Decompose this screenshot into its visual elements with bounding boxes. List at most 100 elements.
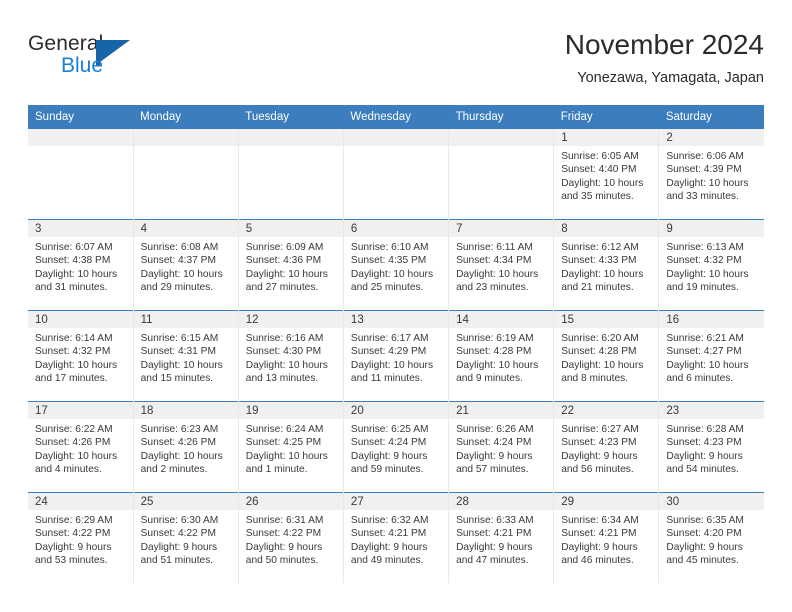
calendar-day-cell[interactable]: 12 Sunrise: 6:16 AM Sunset: 4:30 PM Dayligh… — [238, 310, 344, 402]
daylight-text-line2: and 59 minutes. — [350, 463, 424, 475]
calendar-day-cell[interactable]: 10 Sunrise: 6:14 AM Sunset: 4:32 PM Dayligh… — [28, 310, 134, 402]
sunset-text: Sunset: 4:21 PM — [561, 528, 637, 540]
sunrise-text: Sunrise: 6:22 AM — [35, 424, 113, 435]
calendar-day-cell[interactable]: 19 Sunrise: 6:24 AM Sunset: 4:25 PM Dayligh… — [238, 401, 344, 493]
day-number: 20 — [343, 402, 449, 419]
sunrise-text: Sunrise: 6:35 AM — [666, 515, 744, 526]
calendar-day-cell[interactable]: 18 Sunrise: 6:23 AM Sunset: 4:26 PM Dayligh… — [133, 401, 239, 493]
sunset-text: Sunset: 4:21 PM — [350, 528, 427, 540]
day-number: 10 — [28, 311, 133, 328]
calendar-day-cell[interactable]: 20 Sunrise: 6:25 AM Sunset: 4:24 PM Dayligh… — [343, 401, 450, 493]
calendar-day-cell[interactable]: 21 Sunrise: 6:26 AM Sunset: 4:24 PM Dayligh… — [448, 401, 555, 493]
calendar-day-cell[interactable]: 1 Sunrise: 6:05 AM Sunset: 4:40 PM Daylight… — [553, 129, 660, 220]
day-details: Sunrise: 6:31 AM Sunset: 4:22 PM Daylight:… — [239, 510, 343, 567]
day-details: Sunrise: 6:07 AM Sunset: 4:38 PM Daylight:… — [28, 237, 133, 294]
day-details: Sunrise: 6:24 AM Sunset: 4:25 PM Daylight:… — [239, 419, 343, 476]
daylight-text-line2: and 46 minutes. — [561, 554, 634, 566]
daylight-text-line2: and 57 minutes. — [456, 463, 529, 475]
daylight-text-line1: Daylight: 9 hours — [350, 541, 428, 553]
day-details: Sunrise: 6:16 AM Sunset: 4:30 PM Daylight:… — [239, 328, 343, 385]
sunset-text: Sunset: 4:27 PM — [666, 346, 742, 358]
calendar-day-cell[interactable]: 26 Sunrise: 6:31 AM Sunset: 4:22 PM Dayligh… — [238, 492, 344, 583]
calendar-week-row: 1 Sunrise: 6:05 AM Sunset: 4:40 PM Daylight… — [28, 129, 764, 220]
day-details: Sunrise: 6:09 AM Sunset: 4:36 PM Daylight:… — [239, 237, 343, 294]
triangle-logo-shape — [100, 40, 130, 62]
calendar-day-cell[interactable]: 25 Sunrise: 6:30 AM Sunset: 4:22 PM Dayligh… — [133, 492, 239, 583]
sunset-text: Sunset: 4:24 PM — [456, 437, 532, 449]
day-number: 22 — [554, 402, 659, 419]
daylight-text-line2: and 13 minutes. — [245, 372, 319, 384]
calendar-day-cell[interactable]: 15 Sunrise: 6:20 AM Sunset: 4:28 PM Dayligh… — [553, 310, 660, 402]
weekday-header-wednesday: Wednesday — [343, 105, 449, 129]
day-number: 26 — [238, 493, 343, 510]
daylight-text-line1: Daylight: 10 hours — [456, 268, 539, 280]
sunset-text: Sunset: 4:22 PM — [35, 528, 111, 540]
daylight-text-line1: Daylight: 9 hours — [350, 450, 428, 462]
daylight-text-line2: and 8 minutes. — [561, 372, 629, 384]
calendar-day-cell[interactable]: 28 Sunrise: 6:33 AM Sunset: 4:21 PM Dayligh… — [448, 492, 555, 583]
calendar-day-cell[interactable]: 3 Sunrise: 6:07 AM Sunset: 4:38 PM Daylight… — [28, 219, 134, 311]
calendar-day-cell[interactable]: 6 Sunrise: 6:10 AM Sunset: 4:35 PM Daylight… — [343, 219, 450, 311]
day-number — [449, 129, 554, 146]
day-details: Sunrise: 6:33 AM Sunset: 4:21 PM Daylight:… — [449, 510, 553, 567]
calendar-day-cell[interactable]: 30 Sunrise: 6:35 AM Sunset: 4:20 PM Dayligh… — [658, 492, 764, 583]
calendar-day-cell[interactable]: 24 Sunrise: 6:29 AM Sunset: 4:22 PM Dayligh… — [28, 492, 134, 583]
sunset-text: Sunset: 4:24 PM — [350, 437, 427, 449]
calendar-day-cell[interactable]: 9 Sunrise: 6:13 AM Sunset: 4:32 PM Daylight… — [658, 219, 764, 311]
calendar-day-cell[interactable]: 5 Sunrise: 6:09 AM Sunset: 4:36 PM Daylight… — [238, 219, 344, 311]
calendar-header-row: Sunday Monday Tuesday Wednesday Thursday… — [28, 105, 764, 129]
day-details: Sunrise: 6:08 AM Sunset: 4:37 PM Daylight:… — [134, 237, 238, 294]
brand-logo[interactable]: General Blue — [28, 32, 158, 88]
weekday-header-tuesday: Tuesday — [238, 105, 344, 129]
day-number: 2 — [659, 129, 764, 146]
daylight-text-line2: and 19 minutes. — [666, 281, 739, 293]
sunset-text: Sunset: 4:40 PM — [561, 164, 637, 176]
day-details: Sunrise: 6:13 AM Sunset: 4:32 PM Daylight:… — [659, 237, 764, 294]
page-subtitle: Yonezawa, Yamagata, Japan — [577, 70, 764, 86]
daylight-text-line1: Daylight: 10 hours — [561, 268, 644, 280]
daylight-text-line1: Daylight: 10 hours — [561, 359, 644, 371]
calendar-week-row: 24 Sunrise: 6:29 AM Sunset: 4:22 PM Dayligh… — [28, 492, 764, 583]
daylight-text-line2: and 29 minutes. — [140, 281, 214, 293]
sunrise-text: Sunrise: 6:29 AM — [35, 515, 113, 526]
daylight-text-line1: Daylight: 9 hours — [245, 541, 323, 553]
day-number: 30 — [659, 493, 764, 510]
day-number — [343, 129, 449, 146]
calendar-day-cell[interactable]: 27 Sunrise: 6:32 AM Sunset: 4:21 PM Dayligh… — [343, 492, 450, 583]
sunset-text: Sunset: 4:26 PM — [35, 437, 111, 449]
sunset-text: Sunset: 4:23 PM — [666, 437, 742, 449]
daylight-text-line1: Daylight: 10 hours — [350, 359, 434, 371]
calendar-week-row: 10 Sunrise: 6:14 AM Sunset: 4:32 PM Dayligh… — [28, 310, 764, 402]
calendar-day-cell[interactable]: 29 Sunrise: 6:34 AM Sunset: 4:21 PM Dayligh… — [553, 492, 660, 583]
day-details: Sunrise: 6:11 AM Sunset: 4:34 PM Daylight:… — [449, 237, 553, 294]
sunset-text: Sunset: 4:30 PM — [245, 346, 322, 358]
calendar-day-cell[interactable]: 4 Sunrise: 6:08 AM Sunset: 4:37 PM Daylight… — [133, 219, 239, 311]
calendar-day-cell[interactable]: 16 Sunrise: 6:21 AM Sunset: 4:27 PM Dayligh… — [658, 310, 764, 402]
day-number: 17 — [28, 402, 133, 419]
daylight-text-line1: Daylight: 9 hours — [666, 450, 743, 462]
sunrise-text: Sunrise: 6:26 AM — [456, 424, 534, 435]
daylight-text-line2: and 1 minute. — [245, 463, 308, 475]
calendar-day-cell[interactable]: 7 Sunrise: 6:11 AM Sunset: 4:34 PM Daylight… — [448, 219, 555, 311]
calendar-day-cell[interactable]: 14 Sunrise: 6:19 AM Sunset: 4:28 PM Dayligh… — [448, 310, 555, 402]
calendar-day-cell[interactable]: 13 Sunrise: 6:17 AM Sunset: 4:29 PM Dayligh… — [343, 310, 450, 402]
calendar-day-cell[interactable]: 22 Sunrise: 6:27 AM Sunset: 4:23 PM Dayligh… — [553, 401, 660, 493]
daylight-text-line1: Daylight: 9 hours — [35, 541, 112, 553]
day-number: 27 — [343, 493, 449, 510]
sunrise-text: Sunrise: 6:11 AM — [456, 242, 533, 253]
calendar-day-cell[interactable]: 17 Sunrise: 6:22 AM Sunset: 4:26 PM Dayligh… — [28, 401, 134, 493]
day-details: Sunrise: 6:21 AM Sunset: 4:27 PM Daylight:… — [659, 328, 764, 385]
calendar-day-cell[interactable]: 11 Sunrise: 6:15 AM Sunset: 4:31 PM Dayligh… — [133, 310, 239, 402]
daylight-text-line2: and 35 minutes. — [561, 190, 634, 202]
calendar-day-cell[interactable]: 2 Sunrise: 6:06 AM Sunset: 4:39 PM Daylight… — [658, 129, 764, 220]
calendar-day-cell[interactable]: 8 Sunrise: 6:12 AM Sunset: 4:33 PM Daylight… — [553, 219, 660, 311]
title-block: November 2024 Yonezawa, Yamagata, Japan — [565, 28, 764, 87]
calendar-day-cell-empty — [343, 129, 450, 220]
daylight-text-line2: and 21 minutes. — [561, 281, 634, 293]
daylight-text-line2: and 27 minutes. — [245, 281, 319, 293]
calendar-page: General Blue November 2024 Yonezawa, Yam… — [0, 0, 792, 612]
day-number: 23 — [659, 402, 764, 419]
day-details: Sunrise: 6:20 AM Sunset: 4:28 PM Daylight:… — [554, 328, 658, 385]
calendar-day-cell[interactable]: 23 Sunrise: 6:28 AM Sunset: 4:23 PM Dayligh… — [658, 401, 764, 493]
sunrise-text: Sunrise: 6:13 AM — [666, 242, 744, 253]
